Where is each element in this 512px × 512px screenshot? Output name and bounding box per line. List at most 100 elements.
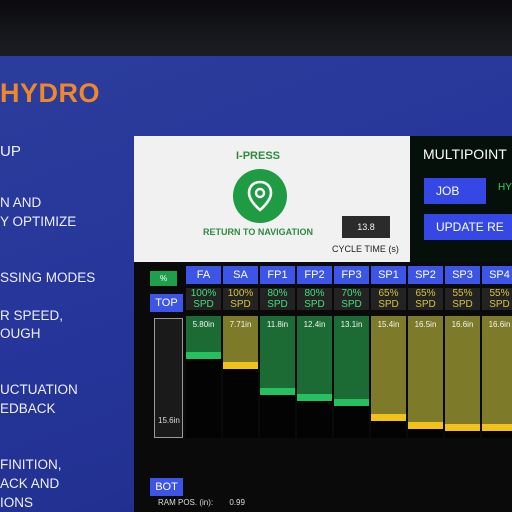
multipoint-grid: % TOP BOT 15.6in FA 100% SPD 5.80in SA 100% … <box>134 262 512 512</box>
column-header-sp2[interactable]: SP2 <box>408 266 443 284</box>
setpoint-marker[interactable] <box>408 422 443 429</box>
speed-value: 55% SPD <box>489 288 510 310</box>
top-button[interactable]: TOP <box>150 294 183 312</box>
speed-cell[interactable]: 55% SPD <box>445 288 480 310</box>
speed-value: 80% SPD <box>304 288 325 310</box>
column-header-sp3[interactable]: SP3 <box>445 266 480 284</box>
multipoint-title: MULTIPOINT <box>423 146 507 162</box>
speed-value: 100% SPD <box>227 288 254 310</box>
setpoint-column[interactable]: 16.5in <box>408 316 443 438</box>
percent-label: % <box>150 271 177 286</box>
setpoint-fill <box>482 316 512 424</box>
setpoint-marker[interactable] <box>371 414 406 421</box>
job-button[interactable]: JOB <box>424 178 486 204</box>
column-header-sa[interactable]: SA <box>223 266 258 284</box>
setpoint-value: 13.1in <box>340 320 363 329</box>
speed-value: 100% SPD <box>190 288 217 310</box>
return-to-navigation-button[interactable] <box>233 169 287 223</box>
speed-value: 65% SPD <box>378 288 399 310</box>
setpoint-remaining <box>297 401 332 438</box>
setpoint-marker[interactable] <box>186 352 221 359</box>
bullet-line: UCTUATION <box>0 382 78 397</box>
setpoint-remaining <box>334 406 369 438</box>
setpoint-value: 16.6in <box>451 320 474 329</box>
column-header-fp1[interactable]: FP1 <box>260 266 295 284</box>
bot-button[interactable]: BOT <box>150 478 183 496</box>
setpoint-column[interactable]: 5.80in <box>186 316 221 438</box>
setpoint-column[interactable]: 11.8in <box>260 316 295 438</box>
speed-value: 80% SPD <box>267 288 288 310</box>
column-header-fp3[interactable]: FP3 <box>334 266 369 284</box>
setpoint-value: 16.6in <box>488 320 511 329</box>
speed-cell[interactable]: 65% SPD <box>371 288 406 310</box>
multipoint-panel: MULTIPOINT JOB HY UPDATE RE <box>410 136 512 262</box>
setpoint-fill <box>371 316 406 414</box>
bullet-line: R SPEED, <box>0 308 64 323</box>
column-header-fp2[interactable]: FP2 <box>297 266 332 284</box>
setpoint-remaining <box>445 431 480 438</box>
column-header-fa[interactable]: FA <box>186 266 221 284</box>
cycle-time-value: 13.8 <box>342 216 390 238</box>
setpoint-column[interactable]: 12.4in <box>297 316 332 438</box>
setpoint-fill <box>408 316 443 422</box>
bullet-line: IONS <box>0 495 34 510</box>
speed-value: 55% SPD <box>452 288 473 310</box>
setpoint-remaining <box>371 421 406 438</box>
setpoint-marker[interactable] <box>223 362 258 369</box>
setpoint-remaining <box>408 429 443 438</box>
bullet-line: FINITION, <box>0 457 62 472</box>
setpoint-value: 5.80in <box>192 320 215 329</box>
speed-cell[interactable]: 80% SPD <box>260 288 295 310</box>
setpoint-column[interactable]: 16.6in <box>482 316 512 438</box>
setpoint-value: 11.8in <box>266 320 289 329</box>
setpoint-column[interactable]: 15.4in <box>371 316 406 438</box>
ram-position-label: RAM POS. (in): <box>158 498 214 507</box>
job-status: HY <box>498 182 512 193</box>
setpoint-marker[interactable] <box>334 399 369 406</box>
return-to-navigation-label[interactable]: RETURN TO NAVIGATION <box>203 227 313 237</box>
presentation-slide: HYDRO UP N AND Y OPTIMIZE SSING MODES R … <box>0 56 512 512</box>
speed-value: 70% SPD <box>341 288 362 310</box>
ram-position-value: 0.99 <box>229 498 245 507</box>
ipress-label: I-PRESS <box>236 150 281 162</box>
setpoint-marker[interactable] <box>260 388 295 395</box>
ram-scale-value: 15.6in <box>158 416 180 425</box>
bullet-line: OUGH <box>0 326 41 341</box>
setpoint-value: 7.71in <box>229 320 252 329</box>
column-header-sp1[interactable]: SP1 <box>371 266 406 284</box>
setpoint-remaining <box>223 369 258 438</box>
setpoint-remaining <box>186 359 221 438</box>
speed-value: 65% SPD <box>415 288 436 310</box>
top-dark-background <box>0 0 512 58</box>
speed-cell[interactable]: 70% SPD <box>334 288 369 310</box>
setpoint-marker[interactable] <box>482 424 512 431</box>
speed-cell[interactable]: 100% SPD <box>186 288 221 310</box>
speed-cell[interactable]: 100% SPD <box>223 288 258 310</box>
setpoint-column[interactable]: 16.6in <box>445 316 480 438</box>
speed-cell[interactable]: 80% SPD <box>297 288 332 310</box>
slide-title: HYDRO <box>0 78 101 108</box>
column-header-sp4[interactable]: SP4 <box>482 266 512 284</box>
setpoint-fill <box>445 316 480 424</box>
setpoint-value: 16.5in <box>414 320 437 329</box>
setpoint-value: 15.4in <box>377 320 400 329</box>
speed-cell[interactable]: 65% SPD <box>408 288 443 310</box>
setpoint-column[interactable]: 7.71in <box>223 316 258 438</box>
speed-cell[interactable]: 55% SPD <box>482 288 512 310</box>
bullet-line: EDBACK <box>0 401 56 416</box>
cycle-time-label: CYCLE TIME (s) <box>332 244 399 254</box>
update-recipe-button[interactable]: UPDATE RE <box>424 214 512 240</box>
ram-position-readout: RAM POS. (in): 0.99 <box>158 498 245 507</box>
setpoint-column[interactable]: 13.1in <box>334 316 369 438</box>
bullet-line: SSING MODES <box>0 270 96 285</box>
setpoint-remaining <box>260 395 295 438</box>
setpoint-remaining <box>482 431 512 438</box>
bullet-line: Y OPTIMIZE <box>0 214 77 229</box>
bullet-line: ACK AND <box>0 476 60 491</box>
setpoint-value: 12.4in <box>303 320 326 329</box>
setpoint-marker[interactable] <box>445 424 480 431</box>
bullet-line: UP <box>0 143 21 160</box>
location-pin-icon <box>247 180 273 212</box>
hmi-screen: I-PRESS RETURN TO NAVIGATION 13.8 CYCLE … <box>134 136 512 512</box>
setpoint-marker[interactable] <box>297 394 332 401</box>
